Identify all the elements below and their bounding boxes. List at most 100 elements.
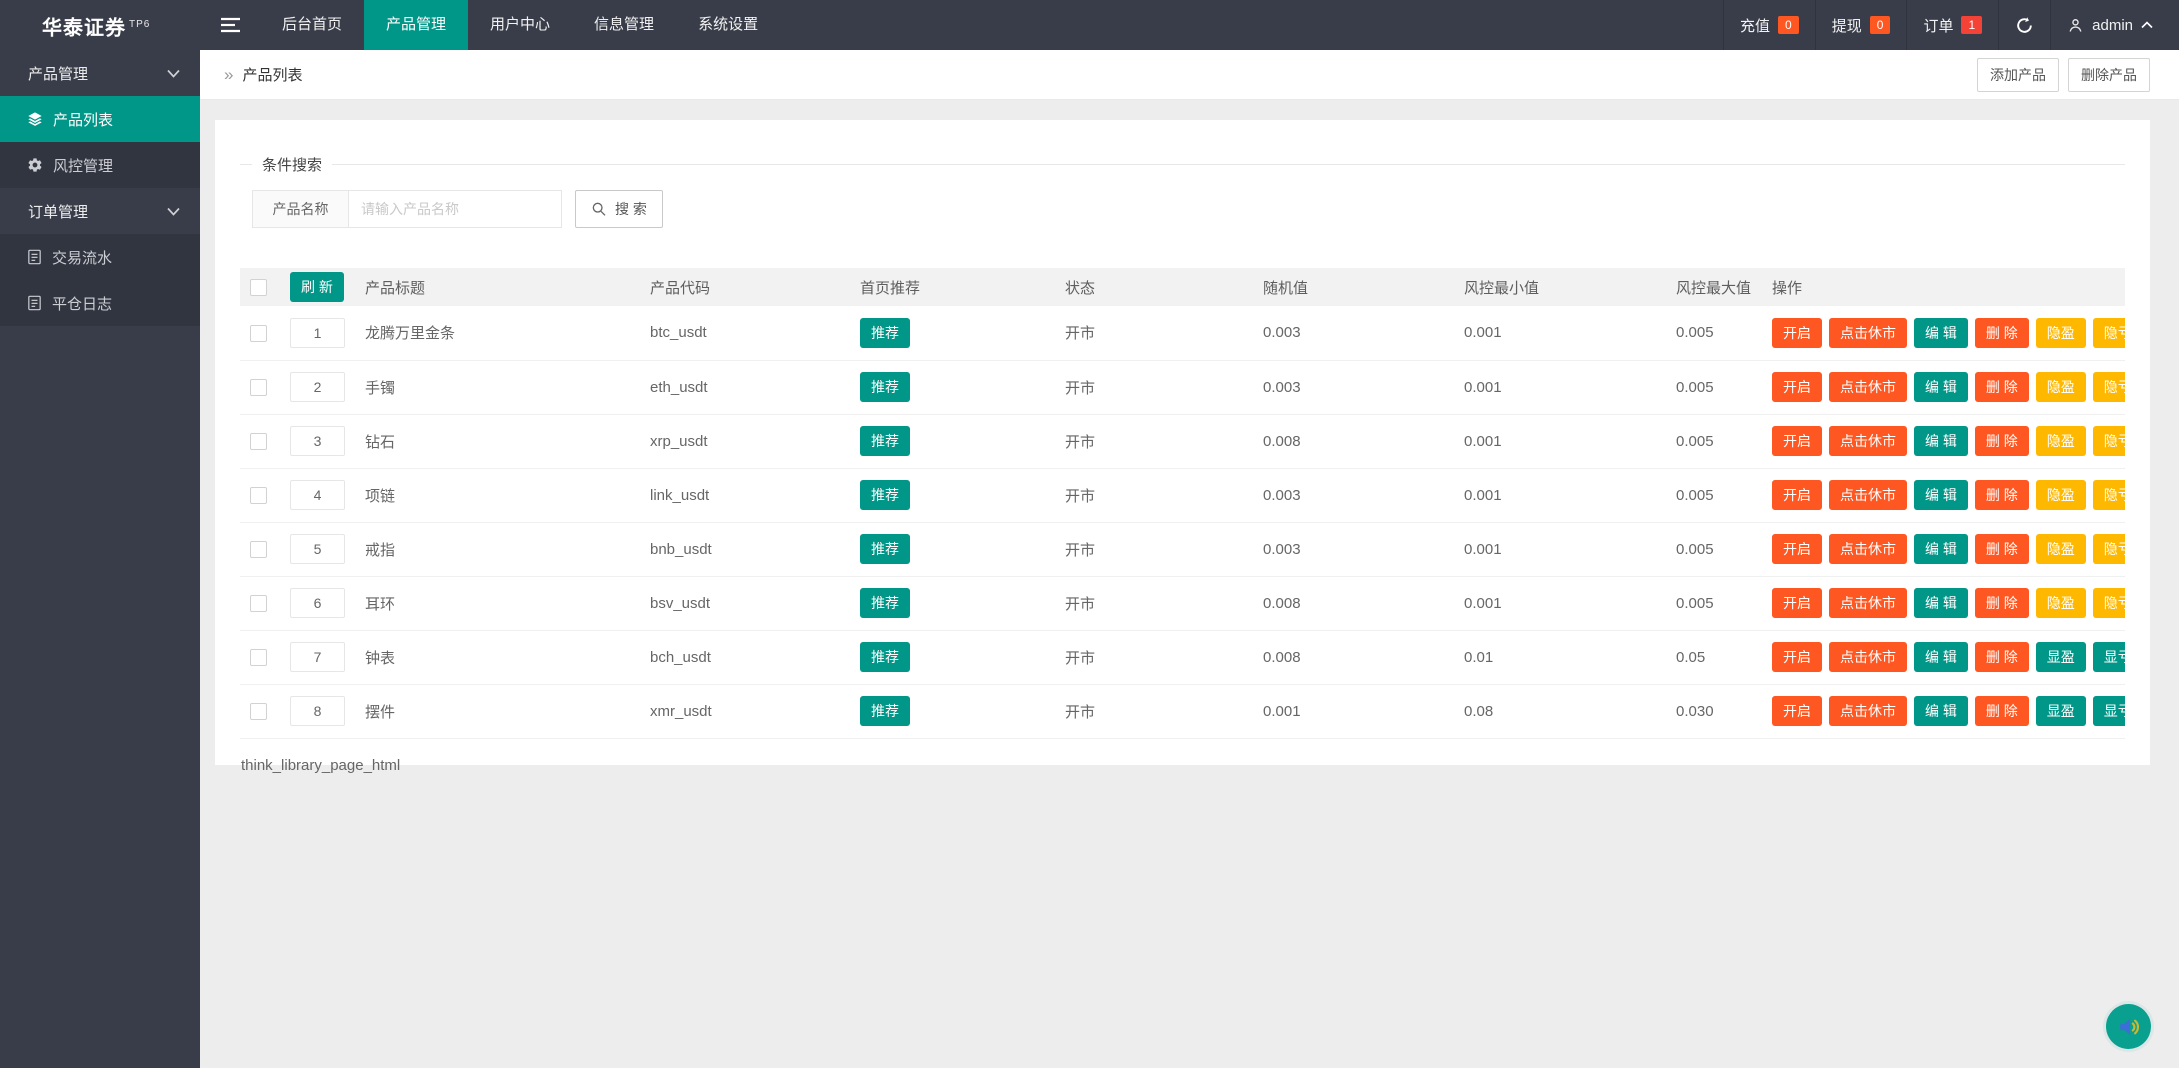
recommend-badge[interactable]: 推荐	[860, 696, 910, 726]
sort-input[interactable]	[290, 372, 345, 402]
nav-item-home[interactable]: 后台首页	[260, 0, 364, 50]
sidebar-item-product-list[interactable]: 产品列表	[0, 96, 200, 142]
nav-item-system-settings[interactable]: 系统设置	[676, 0, 780, 50]
sidebar-item-close-position-log[interactable]: 平仓日志	[0, 280, 200, 326]
sort-input[interactable]	[290, 480, 345, 510]
delete-button[interactable]: 删 除	[1975, 588, 2029, 618]
delete-product-button[interactable]: 删除产品	[2068, 58, 2150, 92]
recommend-badge[interactable]: 推荐	[860, 480, 910, 510]
delete-button[interactable]: 删 除	[1975, 372, 2029, 402]
close-market-button[interactable]: 点击休市	[1829, 372, 1907, 402]
delete-button[interactable]: 删 除	[1975, 642, 2029, 672]
row-checkbox[interactable]	[250, 487, 267, 504]
row-checkbox[interactable]	[250, 433, 267, 450]
recommend-badge[interactable]: 推荐	[860, 318, 910, 348]
sort-input[interactable]	[290, 696, 345, 726]
hide-profit-button[interactable]: 隐盈	[2036, 534, 2086, 564]
sort-input[interactable]	[290, 534, 345, 564]
hide-profit-button[interactable]: 隐盈	[2036, 588, 2086, 618]
open-button[interactable]: 开启	[1772, 642, 1822, 672]
edit-button[interactable]: 编 辑	[1914, 642, 1968, 672]
close-market-button[interactable]: 点击休市	[1829, 696, 1907, 726]
recommend-badge[interactable]: 推荐	[860, 534, 910, 564]
open-button[interactable]: 开启	[1772, 480, 1822, 510]
open-button[interactable]: 开启	[1772, 426, 1822, 456]
nav-item-product-management[interactable]: 产品管理	[364, 0, 468, 50]
hide-profit-button[interactable]: 隐盈	[2036, 318, 2086, 348]
user-menu[interactable]: admin	[2050, 0, 2179, 50]
sidebar-item-label: 风控管理	[53, 155, 113, 176]
hide-profit-button[interactable]: 隐盈	[2036, 480, 2086, 510]
open-button[interactable]: 开启	[1772, 318, 1822, 348]
withdraw-menu[interactable]: 提现 0	[1815, 0, 1907, 50]
edit-button[interactable]: 编 辑	[1914, 318, 1968, 348]
row-checkbox[interactable]	[250, 325, 267, 342]
open-button[interactable]: 开启	[1772, 588, 1822, 618]
show-loss-button[interactable]: 显亏	[2093, 696, 2125, 726]
close-market-button[interactable]: 点击休市	[1829, 426, 1907, 456]
sidebar-group-label: 产品管理	[28, 63, 88, 84]
sort-input[interactable]	[290, 588, 345, 618]
hide-profit-button[interactable]: 隐盈	[2036, 426, 2086, 456]
product-code-cell: link_usdt	[650, 468, 860, 522]
sort-input[interactable]	[290, 318, 345, 348]
hide-loss-button[interactable]: 隐亏	[2093, 372, 2125, 402]
sidebar-group-order-management[interactable]: 订单管理	[0, 188, 200, 234]
recommend-badge[interactable]: 推荐	[860, 642, 910, 672]
sort-input[interactable]	[290, 642, 345, 672]
row-checkbox[interactable]	[250, 703, 267, 720]
refresh-button[interactable]	[1998, 0, 2050, 50]
delete-button[interactable]: 删 除	[1975, 480, 2029, 510]
sidebar-item-trade-flow[interactable]: 交易流水	[0, 234, 200, 280]
show-loss-button[interactable]: 显亏	[2093, 642, 2125, 672]
edit-button[interactable]: 编 辑	[1914, 426, 1968, 456]
product-name-input[interactable]	[348, 190, 562, 228]
sidebar-item-risk-management[interactable]: 风控管理	[0, 142, 200, 188]
close-market-button[interactable]: 点击休市	[1829, 588, 1907, 618]
edit-button[interactable]: 编 辑	[1914, 372, 1968, 402]
delete-button[interactable]: 删 除	[1975, 318, 2029, 348]
orders-menu[interactable]: 订单 1	[1906, 0, 1998, 50]
select-all-checkbox[interactable]	[250, 279, 267, 296]
sort-input[interactable]	[290, 426, 345, 456]
hide-loss-button[interactable]: 隐亏	[2093, 588, 2125, 618]
close-market-button[interactable]: 点击休市	[1829, 318, 1907, 348]
hide-loss-button[interactable]: 隐亏	[2093, 426, 2125, 456]
status-cell: 开市	[1065, 468, 1263, 522]
audio-float-button[interactable]	[2106, 1004, 2151, 1049]
add-product-button[interactable]: 添加产品	[1977, 58, 2059, 92]
search-button[interactable]: 搜 索	[575, 190, 663, 228]
hide-loss-button[interactable]: 隐亏	[2093, 480, 2125, 510]
close-market-button[interactable]: 点击休市	[1829, 534, 1907, 564]
edit-button[interactable]: 编 辑	[1914, 480, 1968, 510]
recommend-badge[interactable]: 推荐	[860, 372, 910, 402]
nav-item-user-center[interactable]: 用户中心	[468, 0, 572, 50]
hide-loss-button[interactable]: 隐亏	[2093, 318, 2125, 348]
hide-profit-button[interactable]: 隐盈	[2036, 372, 2086, 402]
edit-button[interactable]: 编 辑	[1914, 534, 1968, 564]
close-market-button[interactable]: 点击休市	[1829, 480, 1907, 510]
recharge-menu[interactable]: 充值 0	[1723, 0, 1815, 50]
recommend-badge[interactable]: 推荐	[860, 426, 910, 456]
edit-button[interactable]: 编 辑	[1914, 588, 1968, 618]
row-checkbox[interactable]	[250, 649, 267, 666]
hide-loss-button[interactable]: 隐亏	[2093, 534, 2125, 564]
open-button[interactable]: 开启	[1772, 372, 1822, 402]
close-market-button[interactable]: 点击休市	[1829, 642, 1907, 672]
delete-button[interactable]: 删 除	[1975, 696, 2029, 726]
edit-button[interactable]: 编 辑	[1914, 696, 1968, 726]
nav-item-info-management[interactable]: 信息管理	[572, 0, 676, 50]
delete-button[interactable]: 删 除	[1975, 426, 2029, 456]
refresh-table-button[interactable]: 刷 新	[290, 272, 344, 302]
show-profit-button[interactable]: 显盈	[2036, 642, 2086, 672]
open-button[interactable]: 开启	[1772, 696, 1822, 726]
delete-button[interactable]: 删 除	[1975, 534, 2029, 564]
row-checkbox[interactable]	[250, 541, 267, 558]
collapse-sidebar-button[interactable]	[200, 0, 260, 50]
row-checkbox[interactable]	[250, 379, 267, 396]
sidebar-group-product-management[interactable]: 产品管理	[0, 50, 200, 96]
open-button[interactable]: 开启	[1772, 534, 1822, 564]
recommend-badge[interactable]: 推荐	[860, 588, 910, 618]
show-profit-button[interactable]: 显盈	[2036, 696, 2086, 726]
row-checkbox[interactable]	[250, 595, 267, 612]
